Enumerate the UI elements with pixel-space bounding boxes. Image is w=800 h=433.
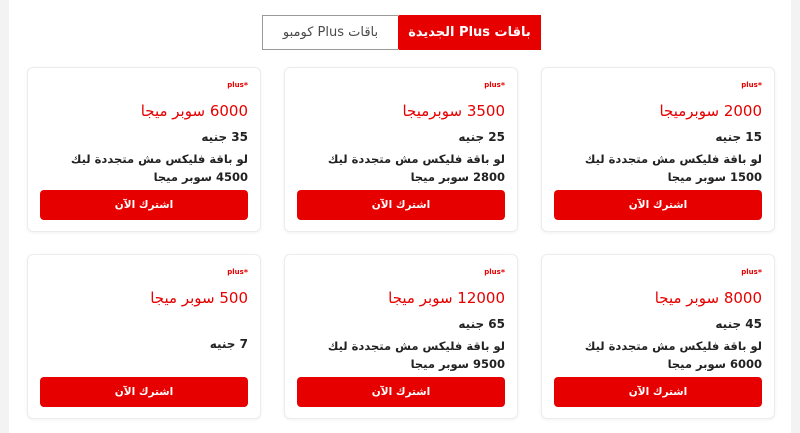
plus-badge-icon: *plus [484,268,505,277]
plus-badge-icon: *plus [227,268,248,277]
plus-badge-icon: *plus [741,268,762,277]
plan-title: 3500 سوبرميجا [402,102,505,120]
tab-new-plus[interactable]: باقات Plus الجديدة [398,15,541,50]
tab-plus-combo[interactable]: باقات Plus كومبو [262,15,398,50]
plan-description: لو باقة فليكس مش متجددة ليك 6000 سوبر مي… [584,339,762,371]
subscribe-button[interactable]: اشترك الآن [40,190,248,220]
plan-description: لو باقة فليكس مش متجددة ليك 2800 سوبر مي… [327,152,505,184]
plan-title: 2000 سوبرميجا [659,102,762,120]
plan-card-6000: *plus 6000 سوبر ميجا 35 جنيه لو باقة فلي… [27,67,261,232]
plan-title: 6000 سوبر ميجا [140,102,248,120]
plus-badge-icon: *plus [227,81,248,90]
plan-title: 12000 سوبر ميجا [388,289,505,307]
subscribe-button[interactable]: اشترك الآن [554,377,762,407]
plan-price: 35 جنيه [201,130,248,144]
plan-price: 15 جنيه [715,130,762,144]
plan-card-12000: *plus 12000 سوبر ميجا 65 جنيه لو باقة فل… [284,254,518,419]
plan-title: 500 سوبر ميجا [150,289,248,307]
plan-card-3500: *plus 3500 سوبرميجا 25 جنيه لو باقة فليك… [284,67,518,232]
plus-badge-icon: *plus [484,81,505,90]
subscribe-button[interactable]: اشترك الآن [297,190,505,220]
plan-card-8000: *plus 8000 سوبر ميجا 45 جنيه لو باقة فلي… [541,254,775,419]
plan-price: 25 جنيه [458,130,505,144]
plan-card-500: *plus 500 سوبر ميجا 7 جنيه اشترك الآن [27,254,261,419]
subscribe-button[interactable]: اشترك الآن [554,190,762,220]
plan-price: 45 جنيه [715,317,762,331]
plan-title: 8000 سوبر ميجا [654,289,762,307]
subscribe-button[interactable]: اشترك الآن [297,377,505,407]
subscribe-button[interactable]: اشترك الآن [40,377,248,407]
plan-card-2000: *plus 2000 سوبرميجا 15 جنيه لو باقة فليك… [541,67,775,232]
plan-description: لو باقة فليكس مش متجددة ليك 4500 سوبر مي… [70,152,248,184]
plan-description: لو باقة فليكس مش متجددة ليك 9500 سوبر مي… [327,339,505,371]
plan-price: 65 جنيه [458,317,505,331]
plan-tabs: باقات Plus الجديدة باقات Plus كومبو [262,15,541,50]
plus-badge-icon: *plus [741,81,762,90]
plan-price: 7 جنيه [209,337,248,351]
plan-description: لو باقة فليكس مش متجددة ليك 1500 سوبر مي… [584,152,762,184]
